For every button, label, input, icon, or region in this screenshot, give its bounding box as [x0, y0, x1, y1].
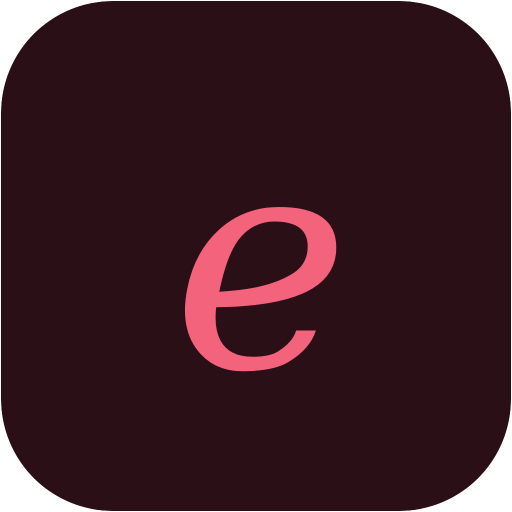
letter-e-glyph: e: [172, 89, 350, 438]
app-icon-canvas: e: [1, 1, 511, 511]
app-icon[interactable]: e: [1, 1, 511, 511]
